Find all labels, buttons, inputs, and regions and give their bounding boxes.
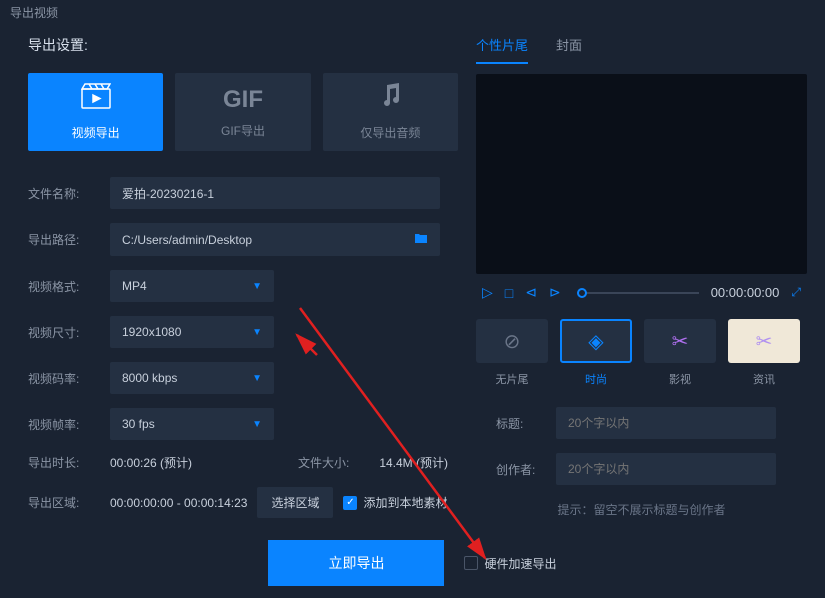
- chevron-down-icon: ▼: [252, 373, 262, 384]
- mode-video-export[interactable]: 视频导出: [28, 73, 163, 151]
- fps-select[interactable]: 30 fps ▼: [110, 408, 274, 440]
- mode-video-label: 视频导出: [72, 124, 120, 141]
- settings-heading: 导出设置:: [28, 35, 458, 55]
- checkbox-checked-icon: ✓: [343, 496, 357, 510]
- trailer-fashion[interactable]: ◈ 时尚: [560, 319, 632, 387]
- format-select[interactable]: MP4 ▼: [110, 270, 274, 302]
- mode-gif-export[interactable]: GIF GIF导出: [175, 73, 310, 151]
- play-icon[interactable]: ▷: [482, 284, 493, 301]
- progress-thumb[interactable]: [577, 288, 587, 298]
- trailer-none-label: 无片尾: [496, 371, 529, 387]
- creator-label: 创作者:: [496, 461, 556, 478]
- title-input[interactable]: [556, 407, 776, 439]
- region-value: 00:00:00:00 - 00:00:14:23: [110, 496, 247, 510]
- hw-accel-label: 硬件加速导出: [484, 555, 556, 572]
- none-icon: ⊘: [476, 319, 548, 363]
- bitrate-value: 8000 kbps: [122, 371, 177, 385]
- prev-icon[interactable]: ⊲: [525, 284, 537, 301]
- region-label: 导出区域:: [28, 494, 100, 511]
- select-region-button[interactable]: 选择区域: [257, 487, 333, 518]
- fps-label: 视频帧率:: [28, 416, 110, 433]
- window-titlebar: 导出视频: [0, 0, 825, 25]
- trailer-none[interactable]: ⊘ 无片尾: [476, 319, 548, 387]
- hw-accel-checkbox[interactable]: 硬件加速导出: [464, 555, 556, 572]
- filesize-label: 文件大小:: [298, 454, 349, 471]
- size-label: 视频尺寸:: [28, 324, 110, 341]
- chevron-down-icon: ▼: [252, 419, 262, 430]
- music-note-icon: [379, 83, 401, 116]
- preview-panel: 个性片尾 封面 ▷ □ ⊲ ⊳ 00:00:00:00 ⤢ ⊘ 无片尾 ◈ 时尚…: [476, 35, 807, 534]
- path-label: 导出路径:: [28, 231, 110, 248]
- filesize-value: 14.4M (预计): [379, 454, 448, 471]
- export-settings-panel: 导出设置: 视频导出 GIF GIF导出 仅导出音频 文件名称:: [28, 35, 458, 534]
- video-preview: [476, 74, 807, 274]
- format-value: MP4: [122, 279, 147, 293]
- size-value: 1920x1080: [122, 325, 181, 339]
- folder-icon[interactable]: [414, 232, 428, 247]
- trailer-fashion-label: 时尚: [585, 371, 607, 387]
- window-title: 导出视频: [10, 6, 58, 20]
- tab-cover[interactable]: 封面: [556, 35, 582, 64]
- size-select[interactable]: 1920x1080 ▼: [110, 316, 274, 348]
- duration-label: 导出时长:: [28, 454, 100, 471]
- checkbox-unchecked-icon: [464, 556, 478, 570]
- mode-audio-export[interactable]: 仅导出音频: [323, 73, 458, 151]
- bitrate-select[interactable]: 8000 kbps ▼: [110, 362, 274, 394]
- path-value: C:/Users/admin/Desktop: [122, 233, 252, 247]
- export-button[interactable]: 立即导出: [268, 540, 444, 586]
- filename-input[interactable]: [110, 177, 440, 209]
- news-thumb-icon: ✂: [728, 319, 800, 363]
- next-icon[interactable]: ⊳: [549, 284, 561, 301]
- mode-audio-label: 仅导出音频: [360, 124, 420, 141]
- gif-icon: GIF: [223, 86, 263, 114]
- chevron-down-icon: ▼: [252, 327, 262, 338]
- trailer-movie-label: 影视: [669, 371, 691, 387]
- video-clapper-icon: [81, 83, 111, 116]
- tab-trailer[interactable]: 个性片尾: [476, 35, 528, 64]
- duration-value: 00:00:26 (预计): [110, 454, 192, 471]
- mode-gif-label: GIF导出: [221, 122, 265, 139]
- expand-icon[interactable]: ⤢: [791, 285, 801, 300]
- hint-text: 提示：留空不展示标题与创作者: [476, 501, 807, 518]
- add-local-checkbox[interactable]: ✓ 添加到本地素材: [343, 494, 447, 511]
- stop-icon[interactable]: □: [505, 285, 513, 301]
- bitrate-label: 视频码率:: [28, 370, 110, 387]
- time-display: 00:00:00:00: [711, 285, 780, 300]
- add-local-label: 添加到本地素材: [363, 494, 447, 511]
- filename-label: 文件名称:: [28, 185, 110, 202]
- creator-input[interactable]: [556, 453, 776, 485]
- progress-track[interactable]: [577, 292, 699, 294]
- trailer-news-label: 资讯: [753, 371, 775, 387]
- trailer-news[interactable]: ✂ 资讯: [728, 319, 800, 387]
- trailer-movie[interactable]: ✂ 影视: [644, 319, 716, 387]
- fashion-thumb-icon: ◈: [560, 319, 632, 363]
- title-label: 标题:: [496, 415, 556, 432]
- chevron-down-icon: ▼: [252, 281, 262, 292]
- format-label: 视频格式:: [28, 278, 110, 295]
- path-input[interactable]: C:/Users/admin/Desktop: [110, 223, 440, 256]
- fps-value: 30 fps: [122, 417, 155, 431]
- movie-thumb-icon: ✂: [644, 319, 716, 363]
